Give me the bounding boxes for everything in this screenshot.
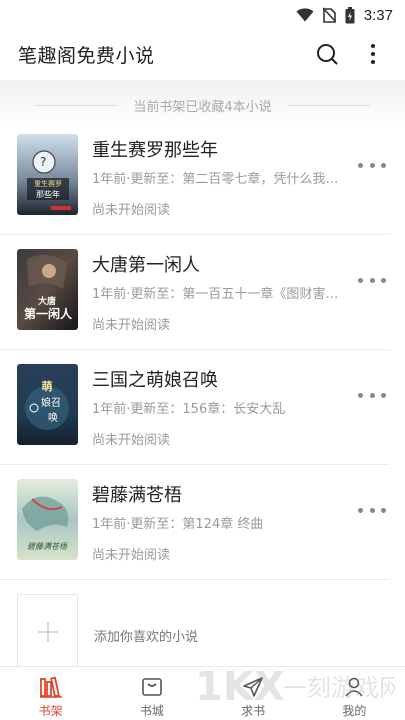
book-info: 碧藤满苍梧 1年前·更新至：第124章 终曲 尚未开始阅读 — [92, 479, 390, 563]
book-info: 三国之萌娘召唤 1年前·更新至：156章：长安大乱 尚未开始阅读 — [92, 364, 390, 448]
paper-plane-icon — [243, 677, 263, 697]
no-sim-icon — [322, 7, 336, 23]
add-book-label: 添加你喜欢的小说 — [94, 630, 199, 645]
book-item[interactable]: 萌 娘召 唤 三国之萌娘召唤 1年前·更新至：156章：长安大乱 尚未开始阅读 — [0, 350, 390, 465]
more-horizontal-icon — [358, 507, 363, 513]
book-item[interactable]: 碧藤满苍梧 碧藤满苍梧 1年前·更新至：第124章 终曲 尚未开始阅读 — [0, 465, 390, 580]
search-button[interactable] — [311, 38, 343, 70]
book-read-progress: 尚未开始阅读 — [92, 318, 171, 333]
bookstore-icon — [142, 678, 162, 696]
divider — [35, 104, 118, 106]
more-options-button[interactable] — [358, 387, 386, 403]
book-cover: 萌 娘召 唤 — [17, 364, 78, 445]
book-item[interactable]: ? 重生赛罗 那些年 重生赛罗那些年 1年前·更新至：第二百零七章，凭什么我… … — [0, 120, 390, 235]
book-title: 碧藤满苍梧 — [92, 485, 182, 506]
book-update-info: 1年前·更新至：第一百五十一章《图财害… — [92, 287, 339, 302]
person-icon — [345, 677, 363, 697]
bookshelf-icon — [39, 676, 62, 698]
book-cover: ? 重生赛罗 那些年 — [17, 134, 78, 215]
more-options-button[interactable] — [358, 157, 386, 173]
wifi-icon — [296, 8, 314, 22]
status-bar: 3:37 — [0, 0, 405, 30]
book-item[interactable]: 大唐 第一闲人 大唐第一闲人 1年前·更新至：第一百五十一章《图财害… 尚未开始… — [0, 235, 390, 350]
more-horizontal-icon — [358, 162, 363, 168]
book-read-progress: 尚未开始阅读 — [92, 203, 171, 218]
add-book-row[interactable]: 添加你喜欢的小说 — [17, 594, 390, 670]
tab-label: 书架 — [38, 704, 63, 718]
battery-icon — [345, 6, 355, 24]
svg-text:?: ? — [40, 155, 46, 169]
book-info: 重生赛罗那些年 1年前·更新至：第二百零七章，凭什么我… 尚未开始阅读 — [92, 134, 390, 218]
book-read-progress: 尚未开始阅读 — [92, 548, 171, 563]
status-time: 3:37 — [363, 6, 393, 24]
book-cover: 碧藤满苍梧 — [17, 479, 78, 560]
tab-bookshelf[interactable]: 书架 — [0, 667, 101, 720]
app-title: 笔趣阁免费小说 — [18, 44, 155, 67]
add-book-button[interactable] — [17, 594, 78, 670]
book-read-progress: 尚未开始阅读 — [92, 433, 171, 448]
svg-text:萌: 萌 — [42, 379, 53, 393]
svg-text:碧藤满苍梧: 碧藤满苍梧 — [27, 542, 69, 551]
tab-profile[interactable]: 我的 — [304, 667, 405, 720]
bottom-tab-bar: 书架 书城 求书 我的 — [0, 666, 405, 720]
svg-text:大唐: 大唐 — [38, 295, 56, 307]
overflow-menu-button[interactable] — [357, 38, 389, 70]
book-update-info: 1年前·更新至：第124章 终曲 — [92, 517, 264, 532]
app-bar: 笔趣阁免费小说 — [0, 30, 405, 78]
svg-text:那些年: 那些年 — [36, 189, 60, 199]
more-horizontal-icon — [358, 392, 363, 398]
plus-icon — [37, 622, 58, 642]
book-update-info: 1年前·更新至：第二百零七章，凭什么我… — [92, 172, 339, 187]
tab-label: 求书 — [241, 704, 266, 718]
book-cover: 大唐 第一闲人 — [17, 249, 78, 330]
svg-text:第一闲人: 第一闲人 — [24, 306, 73, 321]
cover-text: 重生赛罗 — [34, 179, 62, 188]
divider — [287, 104, 370, 106]
tab-request-book[interactable]: 求书 — [203, 667, 304, 720]
svg-text:娘召: 娘召 — [41, 396, 61, 409]
svg-text:唤: 唤 — [48, 411, 58, 424]
more-options-button[interactable] — [358, 272, 386, 288]
book-update-info: 1年前·更新至：156章：长安大乱 — [92, 402, 286, 417]
more-vertical-icon — [371, 44, 375, 64]
search-icon — [317, 44, 338, 65]
tab-bookstore[interactable]: 书城 — [101, 667, 202, 720]
book-info: 大唐第一闲人 1年前·更新至：第一百五十一章《图财害… 尚未开始阅读 — [92, 249, 390, 333]
book-title: 三国之萌娘召唤 — [92, 370, 218, 391]
tab-label: 我的 — [342, 704, 367, 718]
more-options-button[interactable] — [358, 502, 386, 518]
more-horizontal-icon — [358, 277, 363, 283]
book-title: 重生赛罗那些年 — [92, 140, 218, 161]
tab-label: 书城 — [139, 704, 164, 718]
shelf-summary-text: 当前书架已收藏4本小说 — [133, 99, 272, 115]
book-list: ? 重生赛罗 那些年 重生赛罗那些年 1年前·更新至：第二百零七章，凭什么我… … — [0, 120, 405, 580]
book-title: 大唐第一闲人 — [92, 255, 200, 276]
